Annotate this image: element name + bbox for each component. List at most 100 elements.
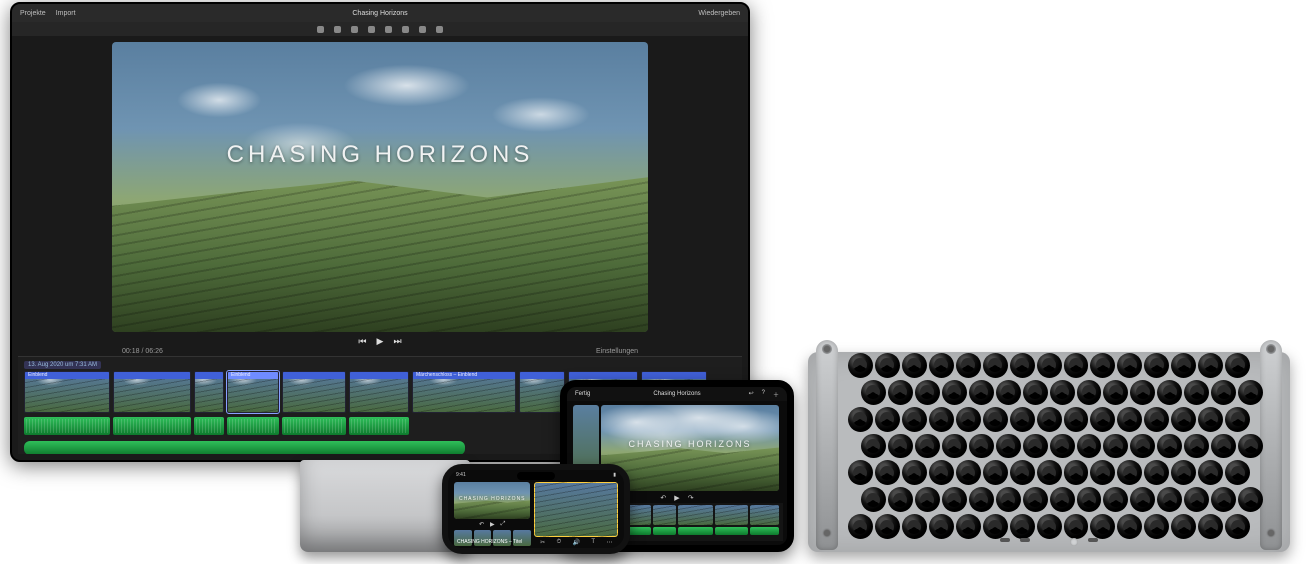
audio-clip[interactable] bbox=[349, 417, 409, 435]
iphone-undo-icon[interactable]: ↶ bbox=[479, 521, 484, 528]
iphone-filter-icon[interactable]: ⋯ bbox=[606, 539, 612, 546]
lattice-hole bbox=[1077, 434, 1102, 459]
lattice-hole bbox=[1090, 353, 1115, 378]
lattice-hole bbox=[942, 380, 967, 405]
mac-pro-handle-right bbox=[1260, 340, 1282, 550]
usb-c-port-icon[interactable] bbox=[1020, 538, 1030, 542]
lattice-hole bbox=[1198, 353, 1223, 378]
audio-clip[interactable] bbox=[113, 417, 191, 435]
lattice-hole bbox=[1050, 380, 1075, 405]
timeline-clip[interactable] bbox=[349, 371, 409, 413]
prev-button-icon[interactable]: ⏮ bbox=[358, 336, 366, 347]
lattice-hole bbox=[1171, 514, 1196, 539]
audio-clip[interactable] bbox=[24, 417, 110, 435]
iphone-selected-clip[interactable] bbox=[534, 482, 618, 537]
iphone-fullscreen-icon[interactable]: ⤢ bbox=[501, 521, 506, 528]
ipad-audio-clip[interactable] bbox=[678, 527, 713, 535]
ipad-redo-icon[interactable]: ↷ bbox=[688, 494, 694, 502]
tool-stabilize-icon[interactable] bbox=[368, 26, 375, 33]
clip-label bbox=[642, 372, 706, 379]
lattice-hole bbox=[1090, 460, 1115, 485]
clip-label bbox=[283, 372, 345, 379]
audio-clip[interactable] bbox=[227, 417, 279, 435]
music-clip[interactable] bbox=[24, 441, 465, 454]
ipad-topbar: Fertig Chasing Horizons ↩ ? ＋ bbox=[567, 387, 787, 401]
ipad-timeline-clip[interactable] bbox=[715, 505, 748, 525]
ipad-undo-icon[interactable]: ↶ bbox=[660, 494, 666, 502]
tool-info-icon[interactable] bbox=[436, 26, 443, 33]
lattice-hole bbox=[1103, 487, 1128, 512]
clip-label: Märchenschloss – Einblend bbox=[413, 372, 515, 379]
lattice-hole bbox=[1037, 407, 1062, 432]
settings-button[interactable]: Einstellungen bbox=[596, 348, 638, 355]
tool-crop-icon[interactable] bbox=[351, 26, 358, 33]
timeline-clip[interactable]: Einblend bbox=[24, 371, 110, 413]
timeline-clip[interactable]: Einblend bbox=[227, 371, 279, 413]
lattice-hole bbox=[1238, 487, 1263, 512]
lattice-hole bbox=[1225, 407, 1250, 432]
audio-clip[interactable] bbox=[194, 417, 224, 435]
ipad-audio-clip[interactable] bbox=[750, 527, 779, 535]
timeline-clip[interactable] bbox=[113, 371, 191, 413]
lattice-hole bbox=[956, 460, 981, 485]
imovie-topbar: Projekte Import Chasing Horizons Wiederg… bbox=[12, 4, 748, 22]
ipad-timeline-clip[interactable] bbox=[750, 505, 779, 525]
lattice-hole bbox=[902, 407, 927, 432]
lattice-hole bbox=[915, 487, 940, 512]
viewer-preview: CHASING HORIZONS bbox=[112, 42, 648, 332]
lattice-hole bbox=[1117, 353, 1142, 378]
lattice-hole bbox=[996, 380, 1021, 405]
lattice-hole bbox=[1064, 460, 1089, 485]
lattice-hole bbox=[1171, 460, 1196, 485]
ipad-timeline-clip[interactable] bbox=[678, 505, 713, 525]
iphone-transport: ↶ ▶ ⤢ bbox=[454, 521, 530, 528]
timeline-clip[interactable] bbox=[194, 371, 224, 413]
lattice-hole bbox=[902, 353, 927, 378]
lattice-hole bbox=[1010, 514, 1035, 539]
lattice-hole bbox=[929, 407, 954, 432]
ipad-timeline-clip[interactable] bbox=[653, 505, 676, 525]
iphone-volume-icon[interactable]: 🔊 bbox=[573, 539, 580, 546]
tool-speed-icon[interactable] bbox=[419, 26, 426, 33]
audio-clip[interactable] bbox=[282, 417, 346, 435]
lattice-hole bbox=[956, 514, 981, 539]
iphone-text-icon[interactable]: T bbox=[591, 539, 595, 546]
mac-pro-lattice bbox=[848, 360, 1250, 532]
lattice-hole bbox=[1171, 353, 1196, 378]
tool-noise-icon[interactable] bbox=[402, 26, 409, 33]
iphone-title-clip[interactable]: CHASING HORIZONS – Titel bbox=[454, 538, 533, 546]
lattice-hole bbox=[1225, 460, 1250, 485]
lattice-hole bbox=[902, 460, 927, 485]
ipad-play-icon[interactable]: ▶ bbox=[674, 494, 679, 502]
play-button-icon[interactable]: ▶ bbox=[377, 336, 384, 347]
iphone-play-icon[interactable]: ▶ bbox=[490, 521, 495, 528]
iphone-device: 9:41 ▮ CHASING HORIZONS ↶ ▶ ⤢ bbox=[442, 464, 630, 554]
ipad-audio-clip[interactable] bbox=[715, 527, 748, 535]
lattice-hole bbox=[969, 380, 994, 405]
ipad-audio-clip[interactable] bbox=[653, 527, 676, 535]
lattice-hole bbox=[848, 514, 873, 539]
lattice-hole bbox=[1225, 514, 1250, 539]
timeline-clip[interactable]: Märchenschloss – Einblend bbox=[412, 371, 516, 413]
tool-color-correct-icon[interactable] bbox=[334, 26, 341, 33]
usb-c-port-icon[interactable] bbox=[1000, 538, 1010, 542]
lattice-hole bbox=[875, 353, 900, 378]
iphone-speed-icon[interactable]: ⏱ bbox=[556, 539, 561, 546]
ipad-project-title: Chasing Horizons bbox=[567, 391, 787, 397]
lattice-hole bbox=[888, 487, 913, 512]
lattice-hole bbox=[1037, 460, 1062, 485]
usb-c-port-icon[interactable] bbox=[1088, 538, 1098, 542]
lattice-hole bbox=[929, 514, 954, 539]
timeline-clip[interactable] bbox=[519, 371, 565, 413]
iphone-cut-icon[interactable]: ✂ bbox=[540, 539, 545, 546]
tool-volume-icon[interactable] bbox=[385, 26, 392, 33]
timecode-current: 00:18 / 06:26 bbox=[122, 348, 163, 355]
lattice-hole bbox=[1103, 434, 1128, 459]
lattice-hole bbox=[942, 487, 967, 512]
power-button-icon[interactable] bbox=[1070, 538, 1078, 546]
next-button-icon[interactable]: ⏭ bbox=[393, 336, 401, 347]
lattice-hole bbox=[1211, 380, 1236, 405]
timecode-row: 00:18 / 06:26 Einstellungen bbox=[12, 348, 748, 355]
tool-color-balance-icon[interactable] bbox=[317, 26, 324, 33]
timeline-clip[interactable] bbox=[282, 371, 346, 413]
